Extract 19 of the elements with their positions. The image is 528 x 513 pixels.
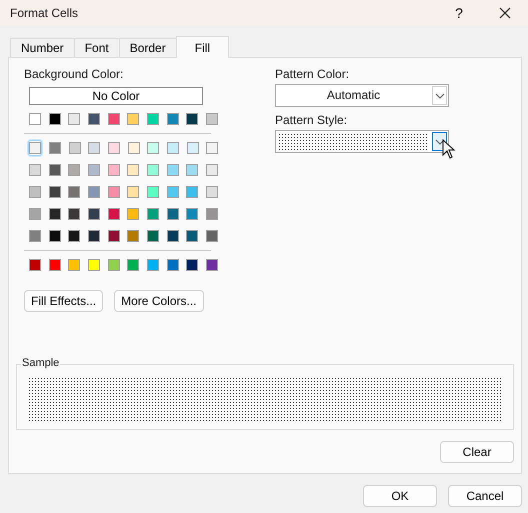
fill-effects-button[interactable]: Fill Effects... xyxy=(24,290,104,312)
dialog-button[interactable]: OK xyxy=(363,485,437,507)
background-color-label: Background Color: xyxy=(24,67,124,82)
pattern-color-label: Pattern Color: xyxy=(275,67,350,82)
chevron-down-icon xyxy=(434,92,444,98)
pattern-color-dropdown[interactable]: Automatic xyxy=(275,84,449,107)
chevron-down-icon xyxy=(434,138,444,144)
help-button[interactable]: ? xyxy=(436,0,482,26)
dialog-button[interactable]: Cancel xyxy=(448,485,522,507)
no-color-button[interactable]: No Color xyxy=(29,87,203,105)
mouse-pointer-icon xyxy=(442,139,456,159)
clear-button[interactable]: Clear xyxy=(440,441,514,463)
close-icon xyxy=(499,7,511,19)
tab[interactable]: Number xyxy=(10,38,75,57)
sample-label: Sample xyxy=(21,357,60,369)
more-colors-button[interactable]: More Colors... xyxy=(114,290,204,312)
tab[interactable]: Fill xyxy=(176,36,230,58)
window-title: Format Cells xyxy=(10,6,78,20)
pattern-style-label: Pattern Style: xyxy=(275,113,348,128)
